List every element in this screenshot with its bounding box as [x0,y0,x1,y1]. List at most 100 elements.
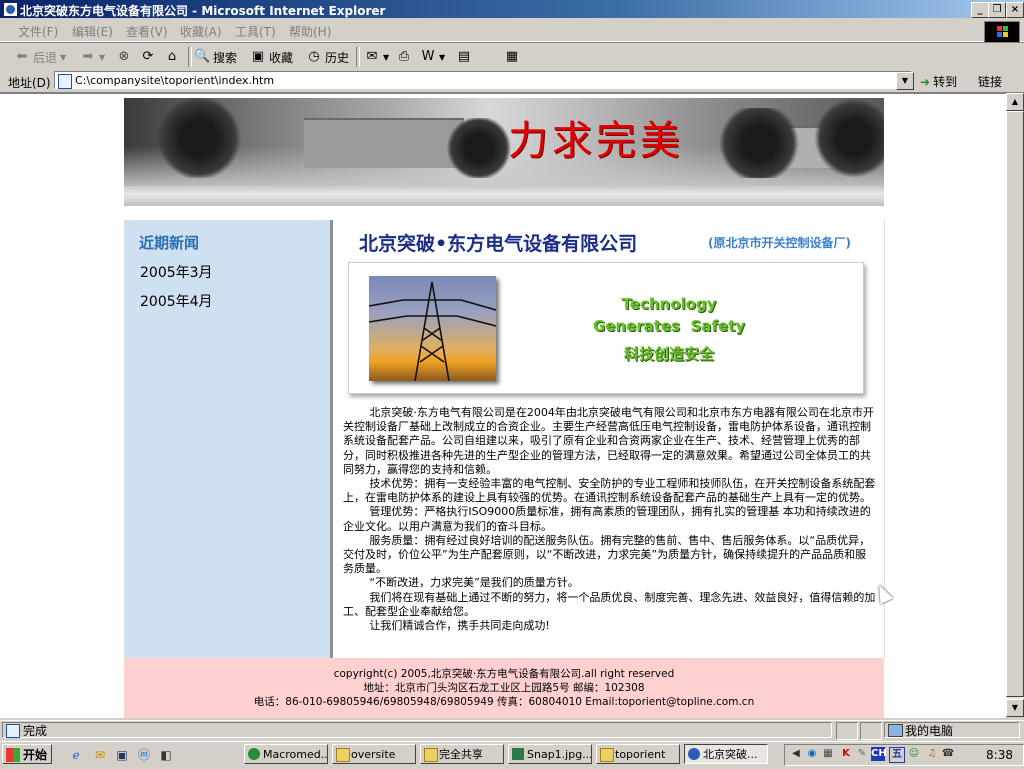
tray-app-icon[interactable]: ☎ [941,747,955,761]
printer-icon: ⎙ [398,49,410,64]
computer-icon [888,724,903,737]
commitment-paragraph: 我们将在现有基础上通过不断的努力，将一个品质优良、制度完善、理念先进、效益良好，… [343,590,876,618]
go-label: 转到 [933,75,958,89]
news-item-2005-04[interactable]: 2005年4月 [140,291,213,311]
company-former-name: (原北京市开关控制设备厂) [708,236,851,250]
banner-slogan: 力求完美 [508,118,684,164]
ime-indicator[interactable]: 五 [889,747,905,763]
back-button[interactable]: ⬅ 后退 ▼ [14,47,67,67]
back-dropdown-icon[interactable]: ▼ [60,53,66,62]
tray-app-icon[interactable]: ✎ [855,747,869,761]
language-indicator[interactable]: CH [871,747,887,761]
vertical-scrollbar[interactable]: ▲ ▼ [1006,93,1024,717]
banner-strip [124,186,884,206]
address-url: C:\companysite\toporient\index.htm [75,74,275,87]
slogan-cn: 科技创造安全 [623,345,714,363]
task-label: 北京突破... [703,748,758,761]
folder-icon [336,748,350,762]
task-share[interactable]: 完全共享 [420,744,504,764]
edit-button[interactable]: W ▼ [420,47,446,67]
ie-quicklaunch-icon[interactable]: ℯ [68,747,84,763]
tray-app-icon[interactable]: ☺ [907,747,921,761]
stop-button[interactable]: ⊗ [116,47,132,67]
task-macromedia[interactable]: Macromed... [244,744,328,764]
sidebar: 近期新闻 2005年3月 2005年4月 [124,220,333,658]
status-text: 完成 [23,724,48,738]
close-button[interactable]: × [1006,2,1024,18]
page-done-icon [6,724,20,738]
menu-help[interactable]: 帮助(H) [289,23,331,40]
desktop-quicklaunch-icon[interactable]: ▣ [114,747,130,763]
favorites-button[interactable]: ▣ 收藏 [250,47,293,67]
task-snap1[interactable]: Snap1.jpg... [508,744,592,764]
taskbar: 开始 ℯ ✉ ▣ ⓜ ◧ Macromed... oversite 完全共享 S… [0,741,1024,769]
menu-view[interactable]: 查看(V) [126,23,168,40]
network-icon[interactable]: ◉ [805,747,819,761]
back-arrow-icon: ⬅ [16,49,28,64]
word-icon: W [421,49,435,64]
window-titlebar[interactable]: 北京突破东方电气设备有限公司 - Microsoft Internet Expl… [0,0,1024,18]
scroll-up-icon[interactable]: ▲ [1006,93,1024,111]
search-icon: 🔍 [194,49,211,64]
tray-app-icon[interactable]: ♫ [925,747,939,761]
menu-file[interactable]: 文件(F) [18,23,58,40]
address-input[interactable]: C:\companysite\toporient\index.htm [54,71,912,89]
discuss-button[interactable]: ▤ [456,47,472,67]
page-footer: copyright(c) 2005,北京突破·东方电气设备有限公司.all ri… [124,658,884,718]
menu-bar: 文件(F) 编辑(E) 查看(V) 收藏(A) 工具(T) 帮助(H) [0,19,1024,43]
banner-building [304,118,464,168]
home-button[interactable]: ⌂ [164,47,180,67]
mail-button[interactable]: ✉ ▼ [364,47,390,67]
macromedia-icon [248,748,260,760]
forward-dropdown-icon[interactable]: ▼ [99,53,105,62]
banner-tree [154,98,244,178]
menu-tools[interactable]: 工具(T) [235,23,276,40]
refresh-button[interactable]: ⟳ [140,47,156,67]
menu-favorites[interactable]: 收藏(A) [180,23,222,40]
tray-app-icon[interactable]: ▦ [821,747,835,761]
outlook-quicklaunch-icon[interactable]: ✉ [92,747,108,763]
history-button[interactable]: ◷ 历史 [306,47,349,67]
mail-dropdown-icon[interactable]: ▼ [383,53,389,62]
windows-logo-icon [984,21,1020,43]
quality-policy-paragraph: “不断改进，力求完美”是我们的质量方针。 [369,576,579,590]
messenger-button[interactable]: ▦ [504,47,520,67]
forward-button[interactable]: ➡ ▼ [80,47,106,67]
page-icon [58,74,72,89]
address-label: 地址(D) [8,76,51,90]
explorer-quicklaunch-icon[interactable]: ◧ [158,747,174,763]
messenger-icon: ▦ [505,49,519,64]
folder-icon [600,748,614,762]
antivirus-icon[interactable]: K [839,747,853,761]
clock[interactable]: 8:38 [986,748,1013,762]
go-button[interactable]: ➜ 转到 [920,73,957,90]
search-button[interactable]: 🔍 搜索 [194,47,237,67]
task-ie-window[interactable]: 北京突破... [684,744,768,764]
start-button[interactable]: 开始 [2,744,52,764]
feature-panel: Technology Generates Safety 科技创造安全 [348,262,864,394]
scroll-down-icon[interactable]: ▼ [1006,699,1024,717]
banner-image: 力求完美 [124,98,884,186]
main-content: 北京突破•东方电气设备有限公司 (原北京市开关控制设备厂) Technology… [333,220,885,658]
minimize-button[interactable]: _ [971,2,989,18]
links-button[interactable]: 链接 [978,73,1002,90]
restore-button[interactable]: ❐ [988,2,1006,18]
scroll-thumb[interactable] [1006,111,1024,697]
news-item-2005-03[interactable]: 2005年3月 [140,262,213,282]
news-title[interactable]: 近期新闻 [139,232,199,253]
menu-edit[interactable]: 编辑(E) [72,23,113,40]
back-label: 后退 [33,50,58,65]
address-dropdown-icon[interactable]: ▼ [896,72,914,90]
task-toporient[interactable]: toporient [596,744,680,764]
image-editor-icon [512,748,524,760]
task-oversite[interactable]: oversite [332,744,416,764]
management-advantage-paragraph: 管理优势：严格执行ISO9000质量标准，拥有高素质的管理团队，拥有扎实的管理基… [343,505,871,533]
edit-dropdown-icon[interactable]: ▼ [439,53,445,62]
history-label: 历史 [325,50,350,65]
power-tower-image [369,276,496,381]
print-button[interactable]: ⎙ [396,47,412,67]
media-quicklaunch-icon[interactable]: ⓜ [136,747,152,763]
slogan-en-line1: Technology [621,295,717,313]
service-quality-paragraph: 服务质量：拥有经过良好培训的配送服务队伍。拥有完整的售前、售中、售后服务体系。以… [343,533,871,576]
volume-icon[interactable]: ◀ [789,747,803,761]
